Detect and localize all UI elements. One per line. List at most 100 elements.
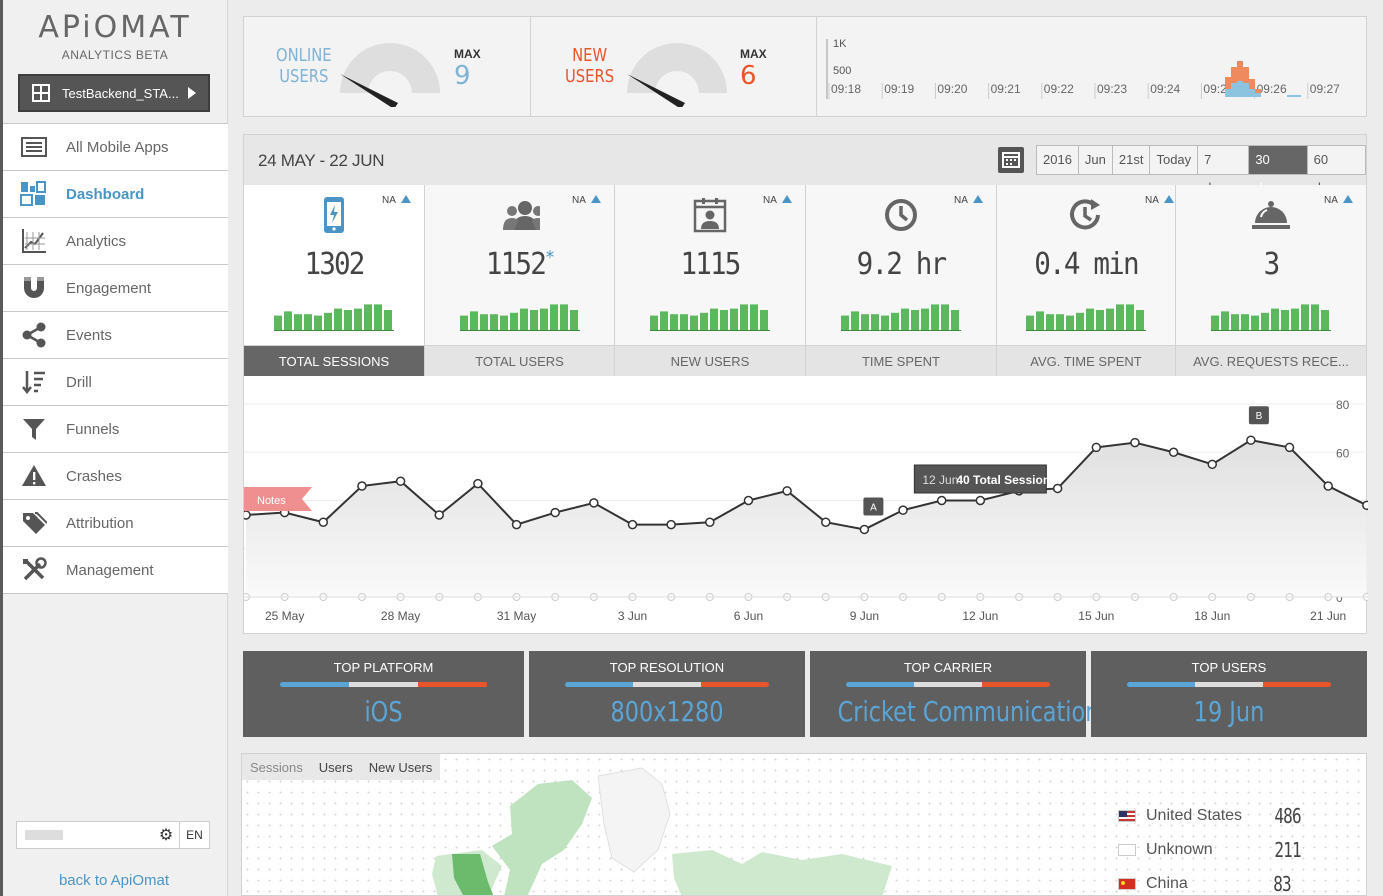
chart-point — [318, 517, 329, 527]
top-platform-box[interactable]: TOP PLATFORM iOS — [243, 651, 524, 737]
top-box-title: TOP RESOLUTION — [609, 660, 725, 675]
na-text: NA — [572, 195, 586, 206]
spark-bar — [569, 310, 578, 331]
spark-bar — [549, 304, 558, 331]
metric-total-sessions[interactable]: NA 1302 TOTAL SESSIONS — [244, 185, 425, 376]
realtime-minichart: 1K 500 09:18 09:19 09:20 09:21 09:22 09:23 09:24… — [826, 38, 1340, 99]
spark-bar — [1136, 310, 1144, 331]
smartphone-icon — [314, 195, 354, 235]
spark-bar — [740, 304, 748, 331]
sidebar-item-label: All Mobile Apps — [66, 138, 169, 156]
annotation-label: A — [870, 502, 877, 513]
chart-area-fill — [246, 440, 1367, 597]
sidebar-item-attribution[interactable]: Attribution — [3, 500, 228, 547]
new-user-icon — [690, 195, 730, 235]
sidebar-item-funnels[interactable]: Funnels — [3, 406, 228, 453]
country-row[interactable]: United States 486 — [1118, 799, 1308, 833]
line-chart-svg[interactable]: 02040608025 May28 May31 May3 Jun6 Jun9 J… — [241, 376, 1372, 634]
top-box-bar — [279, 682, 488, 687]
new-max-value: 6 — [740, 61, 757, 91]
spark-bar — [951, 310, 959, 331]
chart-point — [936, 495, 947, 506]
sidebar-item-analytics[interactable]: Analytics — [3, 218, 228, 265]
metric-value: 1152* — [433, 247, 607, 282]
period-today[interactable]: Today — [1150, 146, 1199, 174]
country-value: 83 — [1273, 872, 1291, 896]
spark-bar — [881, 315, 889, 331]
top-summary-row: TOP PLATFORM iOS TOP RESOLUTION 800x1280… — [243, 651, 1367, 737]
sidebar-item-events[interactable]: Events — [3, 312, 228, 359]
logo-subtitle: ANALYTICS BETA — [61, 48, 169, 62]
na-indicator: NA — [763, 195, 792, 206]
sidebar-item-engagement[interactable]: Engagement — [3, 265, 228, 312]
sidebar-item-drill[interactable]: Drill — [3, 359, 228, 406]
spark-bar — [374, 304, 382, 331]
top-resolution-box[interactable]: TOP RESOLUTION 800x1280 — [529, 651, 805, 737]
period-60-days[interactable]: 60 days — [1307, 146, 1365, 195]
sidebar-item-all-mobile-apps[interactable]: All Mobile Apps — [3, 124, 228, 171]
period-7-days[interactable]: 7 days — [1198, 146, 1250, 195]
minichart-x-label: 09:18 — [831, 82, 861, 96]
country-row[interactable]: China 83 — [1118, 867, 1308, 896]
online-title-line2: USERS — [279, 66, 329, 87]
metric-tab-label: TOTAL USERS — [425, 345, 614, 376]
magnet-icon — [19, 275, 49, 301]
tooltip-date: 12 Jun — [922, 473, 958, 487]
metric-value: 0.4 min — [1034, 247, 1139, 282]
sidebar-item-label: Drill — [66, 373, 92, 391]
map-region-eurasia — [672, 850, 892, 895]
calendar-icon[interactable] — [998, 147, 1024, 173]
logo[interactable]: APiOMAT ANALYTICS BETA — [20, 10, 210, 63]
spark-bar — [1261, 312, 1269, 331]
metric-avg-time-spent[interactable]: NA 0.4 min AVG. TIME SPENT — [997, 185, 1176, 376]
spark-bar — [1321, 310, 1329, 331]
back-link[interactable]: back to ApiOmat — [0, 872, 228, 889]
y-tick-label: 80 — [1336, 398, 1350, 412]
spark-bar — [354, 308, 362, 331]
app-selector[interactable]: TestBackend_STA... — [18, 74, 210, 112]
metric-avg-requests[interactable]: NA 3 AVG. REQUESTS RECE... — [1176, 185, 1366, 376]
chart-point — [859, 524, 870, 535]
sidebar-item-label: Dashboard — [66, 185, 145, 203]
spark-bar — [1086, 308, 1094, 331]
unknown-flag-icon — [1118, 844, 1136, 856]
spark-bar — [1076, 312, 1084, 331]
period-month[interactable]: Jun — [1078, 146, 1113, 174]
logo-text: APiOMAT — [38, 10, 192, 45]
up-arrow-icon — [972, 195, 983, 203]
top-carrier-box[interactable]: TOP CARRIER Cricket Communications — [810, 651, 1111, 737]
spark-bar — [1311, 304, 1319, 331]
spark-bar — [1211, 315, 1219, 331]
new-users-title: NEW USERS — [565, 45, 614, 87]
spark-bar — [314, 315, 322, 331]
na-text: NA — [763, 195, 777, 206]
chart-point — [821, 517, 831, 527]
spark-bar — [344, 310, 352, 331]
top-users-box[interactable]: TOP USERS 19 Jun — [1091, 651, 1367, 737]
sidebar-item-management[interactable]: Management — [3, 547, 228, 594]
gear-icon[interactable]: ⚙ — [157, 826, 175, 844]
spark-bar — [1106, 308, 1114, 331]
map-region-greenland-canada — [492, 780, 592, 895]
na-text: NA — [1145, 195, 1159, 206]
country-row[interactable]: Unknown 211 — [1118, 833, 1308, 867]
na-indicator: NA — [954, 195, 983, 206]
chart-point — [550, 507, 560, 518]
sidebar-item-crashes[interactable]: Crashes — [3, 453, 228, 500]
spark-bar — [891, 312, 899, 331]
chart-point — [1207, 459, 1217, 470]
sidebar-item-dashboard[interactable]: Dashboard — [3, 171, 228, 218]
period-day[interactable]: 21st — [1112, 146, 1151, 174]
language-code[interactable]: EN — [179, 822, 209, 848]
metric-time-spent[interactable]: NA 9.2 hr TIME SPENT — [806, 185, 997, 376]
spark-bar — [901, 308, 909, 331]
chart-point — [743, 495, 754, 506]
share-nodes-icon — [19, 322, 49, 348]
x-tick-label: 28 May — [381, 609, 420, 623]
language-selector[interactable]: ⚙ EN — [16, 821, 210, 849]
period-2016[interactable]: 2016 — [1037, 146, 1079, 174]
period-30-days[interactable]: 30 days — [1249, 146, 1308, 195]
world-map[interactable] — [242, 754, 942, 896]
metric-total-users[interactable]: NA 1152* TOTAL USERS — [425, 185, 615, 376]
metric-new-users[interactable]: NA 1115 NEW USERS — [615, 185, 806, 376]
